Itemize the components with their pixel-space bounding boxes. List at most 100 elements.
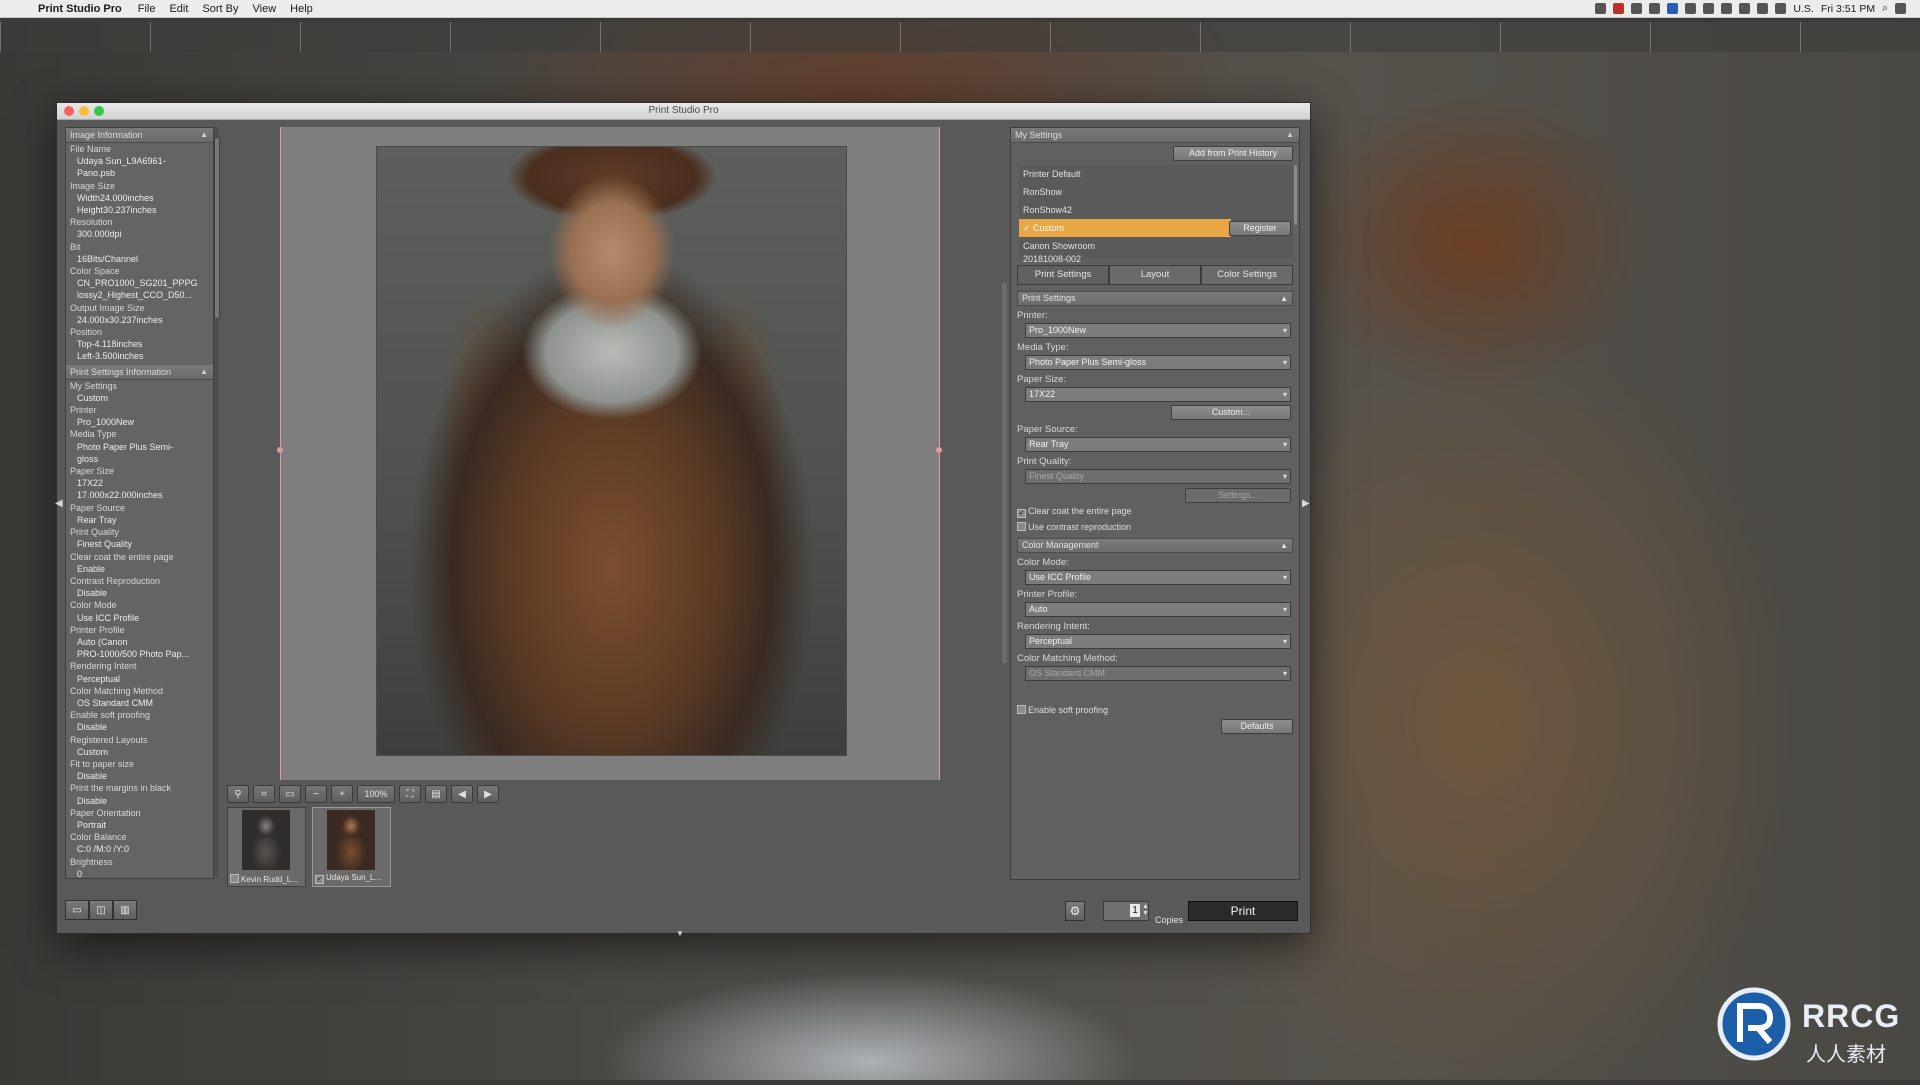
print-preview[interactable] bbox=[277, 127, 942, 780]
airplay-icon[interactable] bbox=[1703, 3, 1715, 14]
soft-proofing-row[interactable]: Enable soft proofing bbox=[1017, 705, 1299, 715]
notification-center-icon[interactable] bbox=[1895, 3, 1906, 14]
app-red-icon[interactable] bbox=[1613, 3, 1625, 14]
zoom-window-button[interactable] bbox=[94, 106, 104, 116]
menu-clock[interactable]: Fri 3:51 PM bbox=[1821, 3, 1875, 15]
soft-proofing-checkbox[interactable] bbox=[1017, 705, 1026, 714]
portrait-photo[interactable] bbox=[377, 147, 846, 755]
color-matching-select[interactable]: OS Standard CMM ▾ bbox=[1025, 666, 1291, 681]
tab-color-settings[interactable]: Color Settings bbox=[1201, 265, 1293, 284]
tab-layout[interactable]: Layout bbox=[1109, 265, 1201, 284]
quality-settings-button[interactable]: Settings... bbox=[1185, 488, 1291, 503]
spotlight-icon[interactable]: ⌕ bbox=[1882, 2, 1888, 15]
thumbnail-checkbox[interactable] bbox=[230, 874, 239, 883]
menu-file[interactable]: File bbox=[138, 3, 156, 15]
app-icon[interactable] bbox=[1649, 3, 1661, 14]
single-view-button[interactable]: ▭ bbox=[65, 900, 89, 920]
split-view-button[interactable]: ◫ bbox=[89, 900, 113, 920]
printer-profile-select[interactable]: Auto ▾ bbox=[1025, 602, 1291, 617]
gear-icon[interactable]: ⚙ bbox=[1065, 901, 1085, 921]
zoom-in-button[interactable]: + bbox=[331, 785, 353, 803]
collapse-icon[interactable]: ▲ bbox=[200, 365, 208, 379]
printer-select[interactable]: Pro_1000New ▾ bbox=[1025, 323, 1291, 338]
previous-page-button[interactable]: ◀ bbox=[451, 785, 473, 803]
guide-handle-left[interactable] bbox=[277, 447, 283, 453]
color-management-section-header[interactable]: Color Management ▲ bbox=[1017, 538, 1293, 553]
media-type-select[interactable]: Photo Paper Plus Semi-gloss ▾ bbox=[1025, 355, 1291, 370]
margin-guide-right[interactable] bbox=[939, 127, 940, 780]
clear-coat-checkbox[interactable]: ✓ bbox=[1017, 509, 1026, 518]
collapse-right-panel-icon[interactable]: ▶ bbox=[1302, 498, 1310, 509]
margin-guide-left[interactable] bbox=[280, 127, 281, 780]
full-view-button[interactable]: ⛶ bbox=[399, 785, 421, 803]
contrast-checkbox[interactable] bbox=[1017, 522, 1026, 531]
my-settings-item-selected[interactable]: ✓ Custom bbox=[1019, 219, 1231, 237]
dropbox-icon[interactable] bbox=[1595, 3, 1607, 14]
volume-icon[interactable] bbox=[1775, 3, 1787, 14]
scrollbar-thumb[interactable] bbox=[214, 137, 220, 319]
next-page-button[interactable]: ▶ bbox=[477, 785, 499, 803]
contrast-row[interactable]: Use contrast reproduction bbox=[1017, 522, 1299, 532]
my-settings-item[interactable]: 20181008-002 bbox=[1019, 255, 1293, 263]
crop-button[interactable]: ⌗ bbox=[253, 785, 275, 803]
stepper-arrows-icon[interactable]: ▲ ▼ bbox=[1142, 903, 1149, 917]
my-settings-item[interactable]: Canon Showroom bbox=[1019, 237, 1293, 255]
rendering-intent-select[interactable]: Perceptual ▾ bbox=[1025, 634, 1291, 649]
minimize-window-button[interactable] bbox=[79, 106, 89, 116]
menu-app-name[interactable]: Print Studio Pro bbox=[38, 3, 122, 15]
guide-handle-right[interactable] bbox=[936, 447, 942, 453]
zoom-out-button[interactable]: − bbox=[305, 785, 327, 803]
my-settings-item[interactable]: RonShow bbox=[1019, 183, 1293, 201]
trim-tool-button[interactable]: ⚲ bbox=[227, 785, 249, 803]
print-button[interactable]: Print bbox=[1188, 901, 1298, 921]
panel-splitter[interactable] bbox=[1002, 283, 1007, 663]
my-settings-scrollbar[interactable] bbox=[1294, 165, 1297, 225]
add-from-print-history-button[interactable]: Add from Print History bbox=[1173, 146, 1293, 161]
register-button[interactable]: Register bbox=[1229, 221, 1291, 236]
menu-view[interactable]: View bbox=[253, 3, 277, 15]
copies-value[interactable]: 1 bbox=[1130, 904, 1140, 917]
paper-size-select[interactable]: 17X22 ▾ bbox=[1025, 387, 1291, 402]
info-panel-scrollbar[interactable] bbox=[214, 127, 220, 877]
fit-view-button[interactable]: ▭ bbox=[279, 785, 301, 803]
screen-icon[interactable] bbox=[1685, 3, 1697, 14]
printer-profile-label: Printer Profile: bbox=[1017, 589, 1078, 600]
tab-print-settings[interactable]: Print Settings bbox=[1017, 265, 1109, 284]
menu-sort-by[interactable]: Sort By bbox=[202, 3, 238, 15]
bluetooth-icon[interactable] bbox=[1739, 3, 1751, 14]
wifi-icon[interactable] bbox=[1757, 3, 1769, 14]
menu-edit[interactable]: Edit bbox=[169, 3, 188, 15]
print-settings-information-header[interactable]: Print Settings Information ▲ bbox=[66, 364, 213, 380]
app-blue-icon[interactable] bbox=[1667, 3, 1679, 14]
window-title: Print Studio Pro bbox=[648, 105, 719, 116]
my-settings-header[interactable]: My Settings ▲ bbox=[1011, 128, 1299, 143]
expand-bottom-icon[interactable]: ▼ bbox=[676, 929, 684, 938]
print-quality-select[interactable]: Finest Quality ▾ bbox=[1025, 469, 1291, 484]
my-settings-item[interactable]: RonShow42 bbox=[1019, 201, 1293, 219]
app-icon[interactable] bbox=[1631, 3, 1643, 14]
menu-help[interactable]: Help bbox=[290, 3, 313, 15]
thumbnail-item[interactable]: Kevin Rudd_L... bbox=[227, 807, 306, 887]
close-window-button[interactable] bbox=[64, 106, 74, 116]
my-settings-item[interactable]: Printer Default bbox=[1019, 165, 1293, 183]
collapse-icon[interactable]: ▲ bbox=[200, 128, 208, 142]
custom-paper-size-button[interactable]: Custom... bbox=[1171, 405, 1291, 420]
zoom-level[interactable]: 100% bbox=[357, 785, 395, 803]
collapse-icon[interactable]: ▲ bbox=[1280, 539, 1288, 552]
color-mode-select[interactable]: Use ICC Profile ▾ bbox=[1025, 570, 1291, 585]
collapse-icon[interactable]: ▲ bbox=[1286, 128, 1294, 142]
thumbnail-checkbox[interactable]: ✓ bbox=[315, 875, 324, 884]
copies-stepper[interactable]: 1 ▲ ▼ bbox=[1103, 901, 1149, 921]
image-information-header[interactable]: Image Information ▲ bbox=[66, 128, 213, 143]
compare-view-button[interactable]: ▥ bbox=[113, 900, 137, 920]
defaults-button[interactable]: Defaults bbox=[1221, 719, 1293, 734]
input-source[interactable]: U.S. bbox=[1793, 3, 1813, 15]
time-machine-icon[interactable] bbox=[1721, 3, 1733, 14]
thumbnail-item[interactable]: ✓ Udaya Sun_L... bbox=[312, 807, 391, 887]
collapse-icon[interactable]: ▲ bbox=[1280, 292, 1288, 305]
print-settings-section-header[interactable]: Print Settings ▲ bbox=[1017, 291, 1293, 306]
page-button[interactable]: ▤ bbox=[425, 785, 447, 803]
paper-source-select[interactable]: Rear Tray ▾ bbox=[1025, 437, 1291, 452]
clear-coat-row[interactable]: ✓ Clear coat the entire page bbox=[1017, 506, 1299, 518]
collapse-left-panel-icon[interactable]: ◀ bbox=[55, 498, 63, 509]
